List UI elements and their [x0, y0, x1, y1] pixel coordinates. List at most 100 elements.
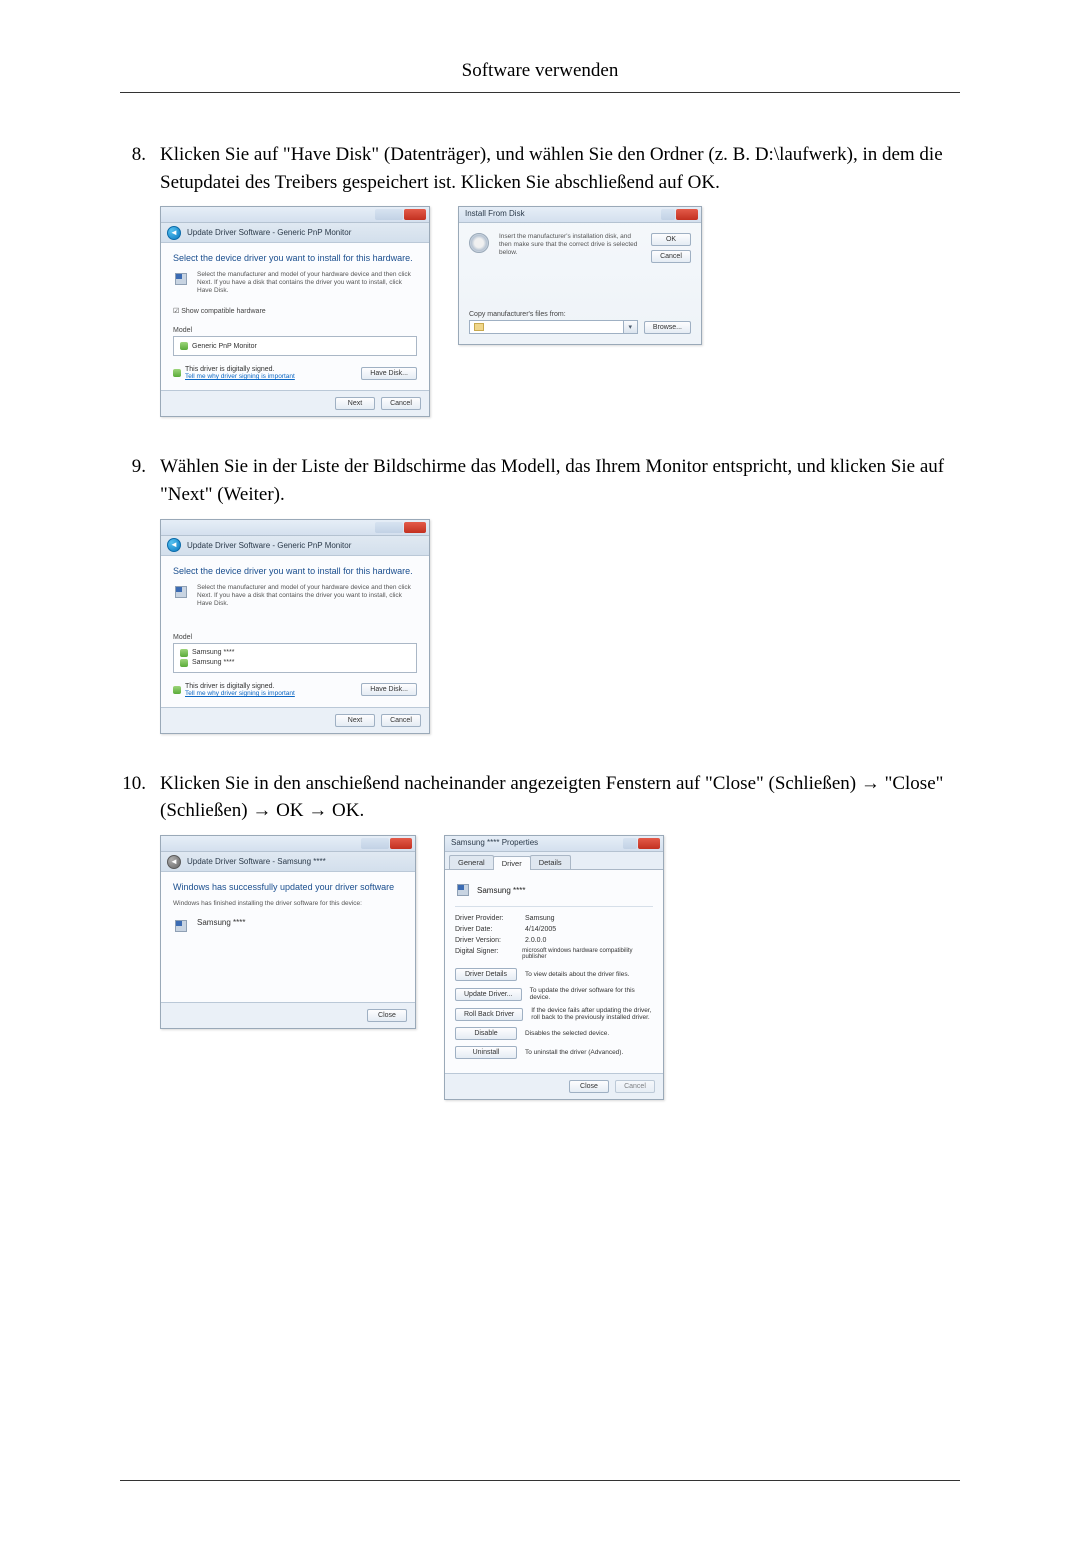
- step-8-number: 8.: [120, 141, 160, 196]
- page-footer-rule: [120, 1480, 960, 1481]
- headline: Select the device driver you want to ins…: [173, 566, 417, 576]
- cancel-button: Cancel: [615, 1080, 655, 1093]
- ok-button[interactable]: OK: [651, 233, 691, 246]
- page-header: Software verwenden: [120, 60, 960, 93]
- step-9-number: 9.: [120, 453, 160, 508]
- shield-icon: [173, 369, 181, 377]
- model-list[interactable]: Samsung **** Samsung ****: [173, 643, 417, 673]
- shield-icon: [173, 686, 181, 694]
- close-icon[interactable]: [676, 209, 698, 220]
- screenshot-10-success: ◄ Update Driver Software - Samsung **** …: [160, 835, 416, 1029]
- tab-row: General Driver Details: [445, 852, 663, 870]
- compat-label: Show compatible hardware: [181, 308, 265, 315]
- step-9: 9. Wählen Sie in der Liste der Bildschir…: [120, 453, 960, 508]
- model-item-label: Samsung ****: [192, 649, 234, 656]
- back-icon[interactable]: ◄: [167, 226, 181, 240]
- roll-back-driver-button[interactable]: Roll Back Driver: [455, 1008, 523, 1021]
- signer-value: microsoft windows hardware compatibility…: [522, 948, 653, 960]
- version-key: Driver Version:: [455, 937, 525, 944]
- date-value: 4/14/2005: [525, 926, 556, 933]
- dialog-title: Install From Disk: [465, 209, 525, 218]
- minmax-icon[interactable]: [661, 209, 675, 220]
- shield-icon: [180, 659, 188, 667]
- list-item[interactable]: Generic PnP Monitor: [180, 341, 410, 351]
- dialog-title: Samsung **** Properties: [451, 838, 538, 847]
- cancel-button[interactable]: Cancel: [381, 714, 421, 727]
- device-name: Samsung ****: [477, 886, 525, 895]
- provider-value: Samsung: [525, 915, 555, 922]
- cancel-button[interactable]: Cancel: [381, 397, 421, 410]
- step-10-text: Klicken Sie in den anschießend nacheinan…: [160, 770, 960, 825]
- back-icon: ◄: [167, 855, 181, 869]
- minmax-icon[interactable]: [623, 838, 637, 849]
- folder-icon: [474, 323, 484, 331]
- disable-desc: Disables the selected device.: [525, 1030, 653, 1037]
- close-button[interactable]: Close: [367, 1009, 407, 1022]
- update-driver-desc: To update the driver software for this d…: [530, 987, 653, 1001]
- breadcrumb: Update Driver Software - Generic PnP Mon…: [187, 228, 351, 237]
- disk-icon: [173, 584, 189, 600]
- shield-icon: [180, 342, 188, 350]
- screenshot-8-install-from-disk: Install From Disk Insert the manufacture…: [458, 206, 702, 345]
- shield-icon: [180, 649, 188, 657]
- chevron-down-icon[interactable]: ▾: [624, 320, 638, 334]
- tab-general[interactable]: General: [449, 855, 494, 869]
- minmax-icon[interactable]: [361, 838, 389, 849]
- close-button[interactable]: Close: [569, 1080, 609, 1093]
- update-driver-button[interactable]: Update Driver...: [455, 988, 522, 1001]
- next-button[interactable]: Next: [335, 397, 375, 410]
- cancel-button[interactable]: Cancel: [651, 250, 691, 263]
- ifd-instruction: Insert the manufacturer's installation d…: [499, 233, 641, 257]
- minmax-icon[interactable]: [375, 209, 403, 220]
- instruction-text: Select the manufacturer and model of you…: [197, 584, 417, 608]
- uninstall-button[interactable]: Uninstall: [455, 1046, 517, 1059]
- tab-details[interactable]: Details: [530, 855, 571, 869]
- close-icon[interactable]: [404, 522, 426, 533]
- headline: Select the device driver you want to ins…: [173, 253, 417, 263]
- monitor-icon: [173, 918, 189, 934]
- tab-driver[interactable]: Driver: [493, 856, 531, 870]
- list-item[interactable]: Samsung ****: [180, 648, 410, 658]
- have-disk-button[interactable]: Have Disk...: [361, 683, 417, 696]
- model-item-label: Samsung ****: [192, 659, 234, 666]
- next-button[interactable]: Next: [335, 714, 375, 727]
- close-icon[interactable]: [390, 838, 412, 849]
- driver-details-desc: To view details about the driver files.: [525, 971, 653, 978]
- model-item-label: Generic PnP Monitor: [192, 343, 257, 350]
- sub-text: Windows has finished installing the driv…: [173, 900, 403, 908]
- browse-button[interactable]: Browse...: [644, 321, 691, 334]
- show-compatible-checkbox-label[interactable]: ☑ Show compatible hardware: [173, 307, 417, 315]
- signed-label: This driver is digitally signed.: [185, 683, 295, 690]
- breadcrumb: Update Driver Software - Samsung ****: [187, 857, 326, 866]
- disable-button[interactable]: Disable: [455, 1027, 517, 1040]
- have-disk-button[interactable]: Have Disk...: [361, 367, 417, 380]
- model-column-header: Model: [173, 634, 417, 641]
- path-combobox[interactable]: ▾: [469, 320, 638, 334]
- titlebar: [161, 207, 429, 223]
- screenshot-10-properties: Samsung **** Properties General Driver D…: [444, 835, 664, 1100]
- breadcrumb: Update Driver Software - Generic PnP Mon…: [187, 541, 351, 550]
- model-column-header: Model: [173, 327, 417, 334]
- version-value: 2.0.0.0: [525, 937, 546, 944]
- step-9-text: Wählen Sie in der Liste der Bildschirme …: [160, 453, 960, 508]
- signer-key: Digital Signer:: [455, 948, 522, 960]
- signed-label: This driver is digitally signed.: [185, 366, 295, 373]
- copy-from-label: Copy manufacturer's files from:: [469, 311, 691, 318]
- close-icon[interactable]: [404, 209, 426, 220]
- driver-details-button[interactable]: Driver Details: [455, 968, 517, 981]
- device-name: Samsung ****: [197, 918, 245, 927]
- minmax-icon[interactable]: [375, 522, 403, 533]
- screenshot-8-driver-select: ◄ Update Driver Software - Generic PnP M…: [160, 206, 430, 417]
- cdrom-icon: [469, 233, 489, 253]
- signing-important-link[interactable]: Tell me why driver signing is important: [185, 690, 295, 697]
- date-key: Driver Date:: [455, 926, 525, 933]
- model-list[interactable]: Generic PnP Monitor: [173, 336, 417, 356]
- close-icon[interactable]: [638, 838, 660, 849]
- signing-important-link[interactable]: Tell me why driver signing is important: [185, 373, 295, 380]
- screenshot-9-model-list: ◄ Update Driver Software - Generic PnP M…: [160, 519, 430, 734]
- back-icon[interactable]: ◄: [167, 538, 181, 552]
- roll-back-desc: If the device fails after updating the d…: [531, 1007, 653, 1021]
- step-10: 10. Klicken Sie in den anschießend nache…: [120, 770, 960, 825]
- provider-key: Driver Provider:: [455, 915, 525, 922]
- list-item[interactable]: Samsung ****: [180, 658, 410, 668]
